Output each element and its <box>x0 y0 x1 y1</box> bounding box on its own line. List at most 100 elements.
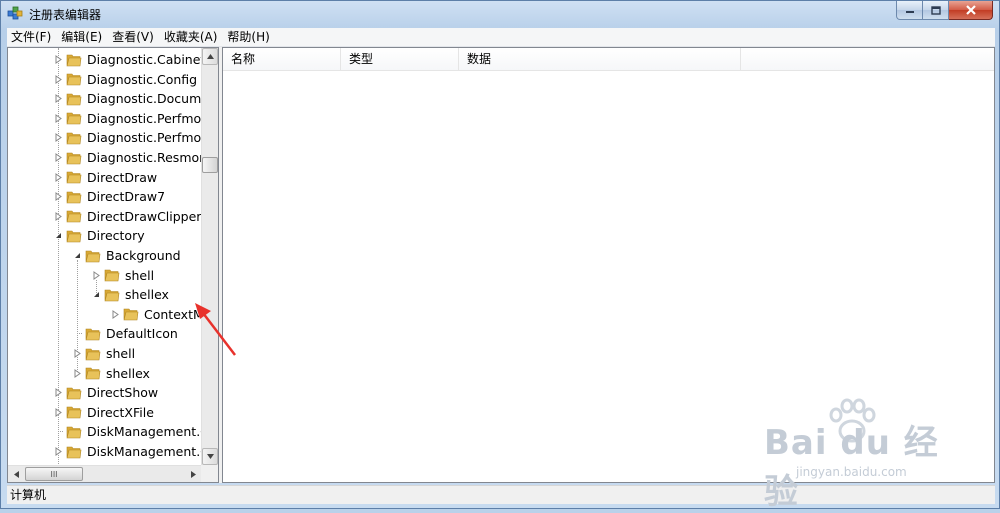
tree-item[interactable]: Diagnostic.Cabinet <box>54 50 202 69</box>
tree-leaf-connector <box>73 329 82 338</box>
tree-item-label: DiskManagement.C <box>87 424 202 440</box>
tree-item[interactable]: DirectShow <box>54 383 158 402</box>
tree-item-label: DirectDraw7 <box>87 189 166 205</box>
folder-icon <box>66 446 82 458</box>
expand-arrow-icon[interactable] <box>54 74 63 84</box>
scroll-down-button[interactable] <box>202 448 218 465</box>
expand-arrow-icon[interactable] <box>92 270 101 280</box>
tree-item[interactable]: shellex <box>73 364 150 383</box>
expand-arrow-icon[interactable] <box>54 407 63 417</box>
expand-arrow-icon[interactable] <box>73 349 82 358</box>
menu-bar: 文件(F) 编辑(E) 查看(V) 收藏夹(A) 帮助(H) <box>7 28 995 47</box>
tree-item-label: Diagnostic.Perfmon <box>87 130 202 146</box>
tree-item[interactable]: DirectDraw7 <box>54 187 165 206</box>
tree-item[interactable]: Diagnostic.Documen <box>54 89 202 108</box>
scroll-right-button[interactable] <box>185 466 202 482</box>
collapse-arrow-icon[interactable] <box>54 231 63 240</box>
minimize-button[interactable] <box>896 1 923 20</box>
status-bar: 计算机 <box>7 485 995 504</box>
menu-edit[interactable]: 编辑(E) <box>57 28 106 46</box>
folder-icon <box>66 406 82 419</box>
collapse-arrow-icon[interactable] <box>73 251 82 260</box>
scroll-up-button[interactable] <box>202 48 218 65</box>
tree-item[interactable]: ContextM <box>111 305 202 324</box>
expand-arrow-icon[interactable] <box>54 133 63 143</box>
tree-item[interactable]: shellex <box>92 285 169 304</box>
vertical-scroll-thumb[interactable] <box>202 157 218 173</box>
tree-item-label: Directory <box>87 228 145 244</box>
tree-item[interactable]: Diagnostic.Perfmon <box>54 128 202 147</box>
tree-item[interactable]: DirectDraw <box>54 168 157 187</box>
client-area: Diagnostic.Cabinet Diagnostic.Config Diagn… <box>7 47 995 483</box>
tree-item[interactable]: Diagnostic.Perfmon <box>54 109 202 128</box>
expand-arrow-icon[interactable] <box>54 172 63 182</box>
arrow-up-icon <box>206 54 214 59</box>
expand-arrow-icon[interactable] <box>111 309 120 319</box>
maximize-button[interactable] <box>923 1 949 20</box>
expand-arrow-icon[interactable] <box>54 94 63 104</box>
close-icon <box>965 5 976 15</box>
tree-item[interactable]: DirectDrawClipper <box>54 207 201 226</box>
tree-item[interactable]: shell <box>92 266 154 285</box>
expand-arrow-icon[interactable] <box>54 113 63 123</box>
expand-arrow-icon[interactable] <box>73 368 82 378</box>
scrollbar-corner <box>201 465 218 482</box>
tree-item[interactable]: Diagnostic.Config <box>54 70 197 89</box>
tree-horizontal-scrollbar[interactable]: III <box>8 465 202 482</box>
tree-item[interactable]: DiskManagement.C <box>54 442 202 461</box>
registry-editor-window: 注册表编辑器 文件(F) 编辑(E) 查看(V) 收藏夹(A) 帮助(H) Di… <box>0 0 1000 512</box>
tree-item[interactable]: DiskManagement.C <box>54 422 202 441</box>
folder-icon <box>66 426 82 439</box>
expand-arrow-icon[interactable] <box>54 153 63 162</box>
tree-item-label: Background <box>106 248 181 263</box>
tree-leaf-connector <box>54 427 63 436</box>
key-tree[interactable]: Diagnostic.Cabinet Diagnostic.Config Diagn… <box>8 48 202 466</box>
tree-item[interactable]: DirectXFile <box>54 403 154 422</box>
column-header-data[interactable]: 数据 <box>459 48 741 70</box>
menu-favorites[interactable]: 收藏夹(A) <box>160 28 222 46</box>
tree-item-label: DirectDrawClipper <box>87 208 202 224</box>
folder-icon <box>66 112 82 125</box>
folder-icon <box>66 73 82 86</box>
tree-item[interactable]: Diagnostic.Resmon. <box>54 148 202 167</box>
collapse-arrow-icon[interactable] <box>92 290 101 299</box>
close-button[interactable] <box>949 1 993 20</box>
values-list-header: 名称 类型 数据 <box>223 48 994 71</box>
tree-item-label: ContextM <box>144 306 202 322</box>
expand-arrow-icon[interactable] <box>54 55 63 64</box>
menu-help[interactable]: 帮助(H) <box>223 28 273 46</box>
expand-arrow-icon[interactable] <box>54 447 63 456</box>
tree-item-label: shellex <box>106 365 150 381</box>
folder-icon <box>66 171 82 184</box>
folder-icon <box>104 289 120 301</box>
horizontal-scroll-thumb[interactable]: III <box>25 467 83 481</box>
folder-icon <box>66 93 82 105</box>
tree-item-label: Diagnostic.Resmon. <box>87 150 202 165</box>
values-list-pane[interactable]: 名称 类型 数据 <box>222 47 995 483</box>
column-header-type[interactable]: 类型 <box>341 48 459 70</box>
arrow-right-icon <box>191 470 196 478</box>
key-tree-pane: Diagnostic.Cabinet Diagnostic.Config Diagn… <box>7 47 219 483</box>
tree-item[interactable]: Background <box>73 246 181 265</box>
menu-file[interactable]: 文件(F) <box>7 28 55 46</box>
expand-arrow-icon[interactable] <box>54 192 63 202</box>
folder-icon <box>66 210 82 223</box>
expand-arrow-icon[interactable] <box>54 211 63 221</box>
menu-view[interactable]: 查看(V) <box>108 28 158 46</box>
arrow-left-icon <box>14 470 19 478</box>
tree-vertical-scrollbar[interactable] <box>201 48 218 466</box>
registry-editor-icon <box>7 6 23 20</box>
tree-item[interactable]: DefaultIcon <box>73 324 178 343</box>
folder-icon <box>66 152 82 164</box>
folder-icon <box>85 328 101 341</box>
title-bar[interactable]: 注册表编辑器 <box>1 1 999 27</box>
tree-item[interactable]: shell <box>73 344 135 363</box>
column-header-name[interactable]: 名称 <box>223 48 341 70</box>
tree-item-label: DirectShow <box>87 385 159 401</box>
scroll-left-button[interactable] <box>8 466 25 482</box>
tree-item-label: shellex <box>125 287 169 303</box>
expand-arrow-icon[interactable] <box>54 388 63 398</box>
tree-item-label: DirectDraw <box>87 169 158 185</box>
arrow-down-icon <box>206 454 214 459</box>
tree-item[interactable]: Directory <box>54 226 145 245</box>
